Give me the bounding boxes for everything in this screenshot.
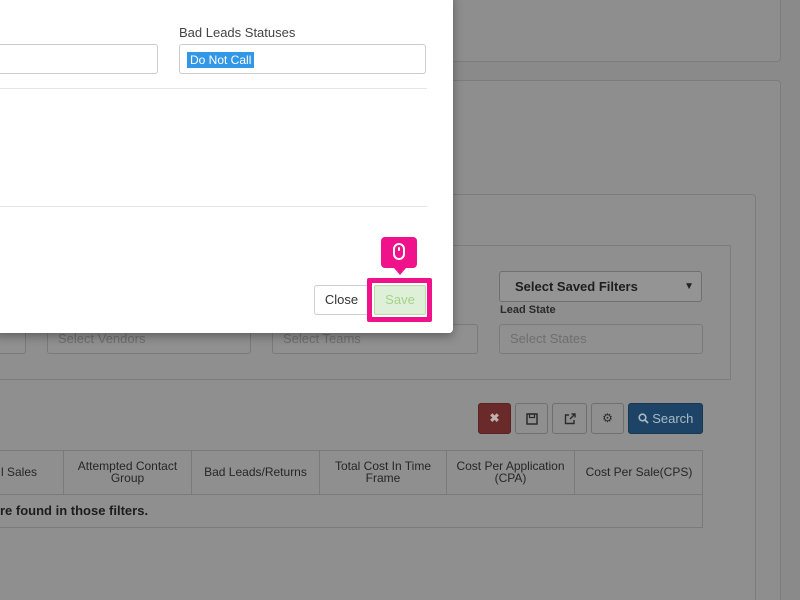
table-header-cell: Total Cost In Time Frame — [320, 450, 447, 495]
empty-results-message: re found in those filters. — [0, 503, 149, 518]
export-button[interactable] — [552, 403, 587, 434]
table-header-cell: Cost Per Sale(CPS) — [575, 450, 703, 495]
selected-status-tag[interactable]: Do Not Call — [187, 52, 255, 68]
bad-leads-statuses-label: Bad Leads Statuses — [179, 25, 296, 40]
search-button-label: Search — [652, 411, 694, 426]
close-button[interactable]: Close — [314, 285, 369, 315]
click-highlight — [367, 278, 432, 322]
divider — [0, 206, 427, 207]
table-header-cell: Cost Per Application (CPA) — [447, 450, 575, 495]
modal-input-left[interactable] — [0, 44, 158, 74]
mouse-icon — [393, 243, 405, 260]
table-header-cell: Bad Leads/Returns — [192, 450, 320, 495]
saved-filters-select[interactable]: Select Saved Filters ▼ — [499, 271, 702, 302]
floppy-disk-icon — [525, 413, 538, 425]
chevron-down-icon: ▼ — [684, 281, 694, 292]
save-filter-button[interactable] — [515, 403, 548, 434]
saved-filters-select-label: Select Saved Filters — [515, 279, 638, 294]
cursor-bubble — [381, 237, 417, 275]
search-icon — [637, 413, 649, 424]
times-icon: ✖ — [489, 411, 500, 425]
search-button[interactable]: Search — [628, 403, 703, 434]
divider — [0, 88, 427, 89]
table-header-cell: Attempted Contact Group — [64, 450, 192, 495]
settings-button[interactable]: ⚙ — [591, 403, 624, 434]
lead-state-label: Lead State — [500, 304, 556, 316]
gear-icon: ⚙ — [602, 411, 613, 425]
bad-leads-statuses-select[interactable]: Do Not Call — [179, 44, 426, 74]
external-link-icon — [564, 413, 576, 425]
table-header-cell: l Sales — [0, 450, 64, 495]
clear-filters-button[interactable]: ✖ — [478, 403, 511, 434]
states-select[interactable]: Select States — [499, 324, 703, 354]
